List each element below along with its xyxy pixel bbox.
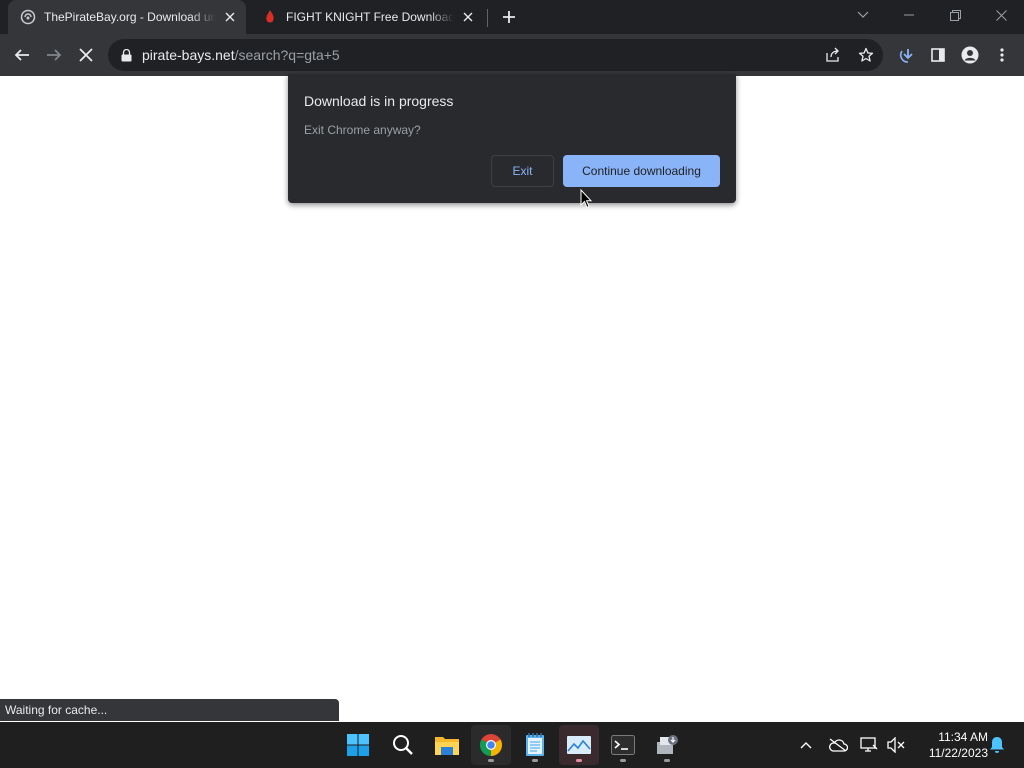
profile-button[interactable] bbox=[956, 41, 984, 69]
running-indicator bbox=[620, 759, 626, 762]
taskbar-photo-viewer[interactable] bbox=[559, 725, 599, 765]
red-favicon-icon bbox=[262, 9, 278, 25]
chevron-down-icon bbox=[857, 11, 869, 18]
volume-muted-icon bbox=[887, 737, 905, 753]
minimize-icon bbox=[904, 14, 914, 16]
cloud-offline-icon bbox=[829, 738, 848, 752]
tab-title: FIGHT KNIGHT Free Download (v bbox=[286, 10, 454, 24]
search-icon bbox=[393, 735, 413, 755]
tab-close-icon[interactable] bbox=[458, 7, 478, 27]
running-indicator bbox=[664, 759, 670, 762]
piratebay-favicon-icon bbox=[20, 9, 36, 25]
bookmark-star-icon[interactable] bbox=[858, 47, 874, 63]
onedrive-tray[interactable] bbox=[827, 734, 849, 756]
taskbar-notepad[interactable] bbox=[515, 725, 555, 765]
new-tab-button[interactable] bbox=[498, 6, 520, 28]
clock-date: 11/22/2023 bbox=[928, 746, 988, 760]
active-indicator bbox=[576, 759, 582, 762]
forward-arrow-icon bbox=[47, 49, 62, 61]
back-arrow-icon bbox=[14, 49, 29, 61]
continue-downloading-button[interactable]: Continue downloading bbox=[563, 155, 720, 187]
side-panel-button[interactable] bbox=[924, 41, 952, 69]
exit-button[interactable]: Exit bbox=[491, 155, 554, 187]
stop-icon bbox=[79, 48, 93, 62]
minimize-button[interactable] bbox=[886, 0, 932, 30]
download-in-progress-dialog: Download is in progress Exit Chrome anyw… bbox=[288, 74, 736, 203]
network-tray[interactable] bbox=[858, 734, 880, 756]
tab-search-button[interactable] bbox=[840, 0, 886, 30]
profile-avatar-icon bbox=[961, 46, 979, 64]
file-explorer-icon bbox=[435, 737, 459, 755]
windows-start-icon bbox=[347, 734, 369, 756]
photo-viewer-icon bbox=[567, 736, 591, 754]
share-icon[interactable] bbox=[825, 47, 841, 63]
url-path: /search?q=gta+5 bbox=[234, 47, 340, 63]
stop-loading-button[interactable] bbox=[72, 41, 100, 69]
tab-title: ThePirateBay.org - Download unl bbox=[44, 10, 216, 24]
install-icon bbox=[657, 735, 678, 754]
running-indicator bbox=[488, 759, 494, 762]
dialog-title: Download is in progress bbox=[304, 93, 454, 109]
chrome-icon bbox=[480, 734, 502, 756]
download-progress-icon bbox=[899, 49, 913, 63]
chrome-menu-button[interactable] bbox=[988, 41, 1016, 69]
kebab-menu-icon bbox=[1000, 48, 1004, 62]
url-domain: pirate-bays.net bbox=[142, 47, 235, 63]
restore-icon bbox=[949, 9, 961, 21]
dialog-message: Exit Chrome anyway? bbox=[304, 123, 421, 137]
restore-button[interactable] bbox=[932, 0, 978, 30]
status-bubble: Waiting for cache... bbox=[0, 699, 339, 721]
notepad-icon bbox=[526, 733, 544, 756]
network-icon bbox=[860, 737, 878, 752]
terminal-icon bbox=[611, 735, 635, 755]
plus-icon bbox=[503, 11, 515, 23]
back-button[interactable] bbox=[8, 41, 36, 69]
browser-toolbar: pirate-bays.net/search?q=gta+5 bbox=[0, 34, 1024, 76]
running-indicator bbox=[532, 759, 538, 762]
taskbar-search-button[interactable] bbox=[383, 725, 423, 765]
tab-fight-knight[interactable]: FIGHT KNIGHT Free Download (v bbox=[250, 0, 484, 34]
lock-icon[interactable] bbox=[118, 47, 134, 63]
taskbar-chrome[interactable] bbox=[471, 725, 511, 765]
taskbar-clock[interactable]: 11:34 AM 11/22/2023 bbox=[912, 729, 988, 761]
address-bar[interactable]: pirate-bays.net/search?q=gta+5 bbox=[108, 39, 883, 71]
taskbar-terminal[interactable] bbox=[603, 725, 643, 765]
volume-tray[interactable] bbox=[885, 734, 907, 756]
side-panel-icon bbox=[931, 48, 945, 62]
taskbar-installer[interactable] bbox=[647, 725, 687, 765]
downloads-button[interactable] bbox=[894, 41, 922, 69]
clock-time: 11:34 AM bbox=[938, 730, 988, 744]
tab-close-icon[interactable] bbox=[220, 7, 240, 27]
show-hidden-icons-button[interactable] bbox=[795, 734, 817, 756]
chevron-up-icon bbox=[800, 742, 812, 749]
close-window-button[interactable] bbox=[978, 0, 1024, 30]
notifications-button[interactable] bbox=[986, 734, 1008, 756]
close-icon bbox=[995, 9, 1007, 21]
url-text: pirate-bays.net/search?q=gta+5 bbox=[142, 47, 340, 63]
taskbar bbox=[0, 722, 1024, 768]
tab-piratebay[interactable]: ThePirateBay.org - Download unl bbox=[8, 0, 246, 34]
forward-button[interactable] bbox=[40, 41, 68, 69]
taskbar-file-explorer[interactable] bbox=[427, 725, 467, 765]
tab-strip: ThePirateBay.org - Download unl FIGHT KN… bbox=[0, 0, 1024, 34]
tab-separator bbox=[487, 9, 488, 27]
mouse-cursor-icon bbox=[580, 189, 592, 209]
windows-start-button[interactable] bbox=[338, 725, 378, 765]
notification-bell-icon bbox=[990, 737, 1004, 753]
